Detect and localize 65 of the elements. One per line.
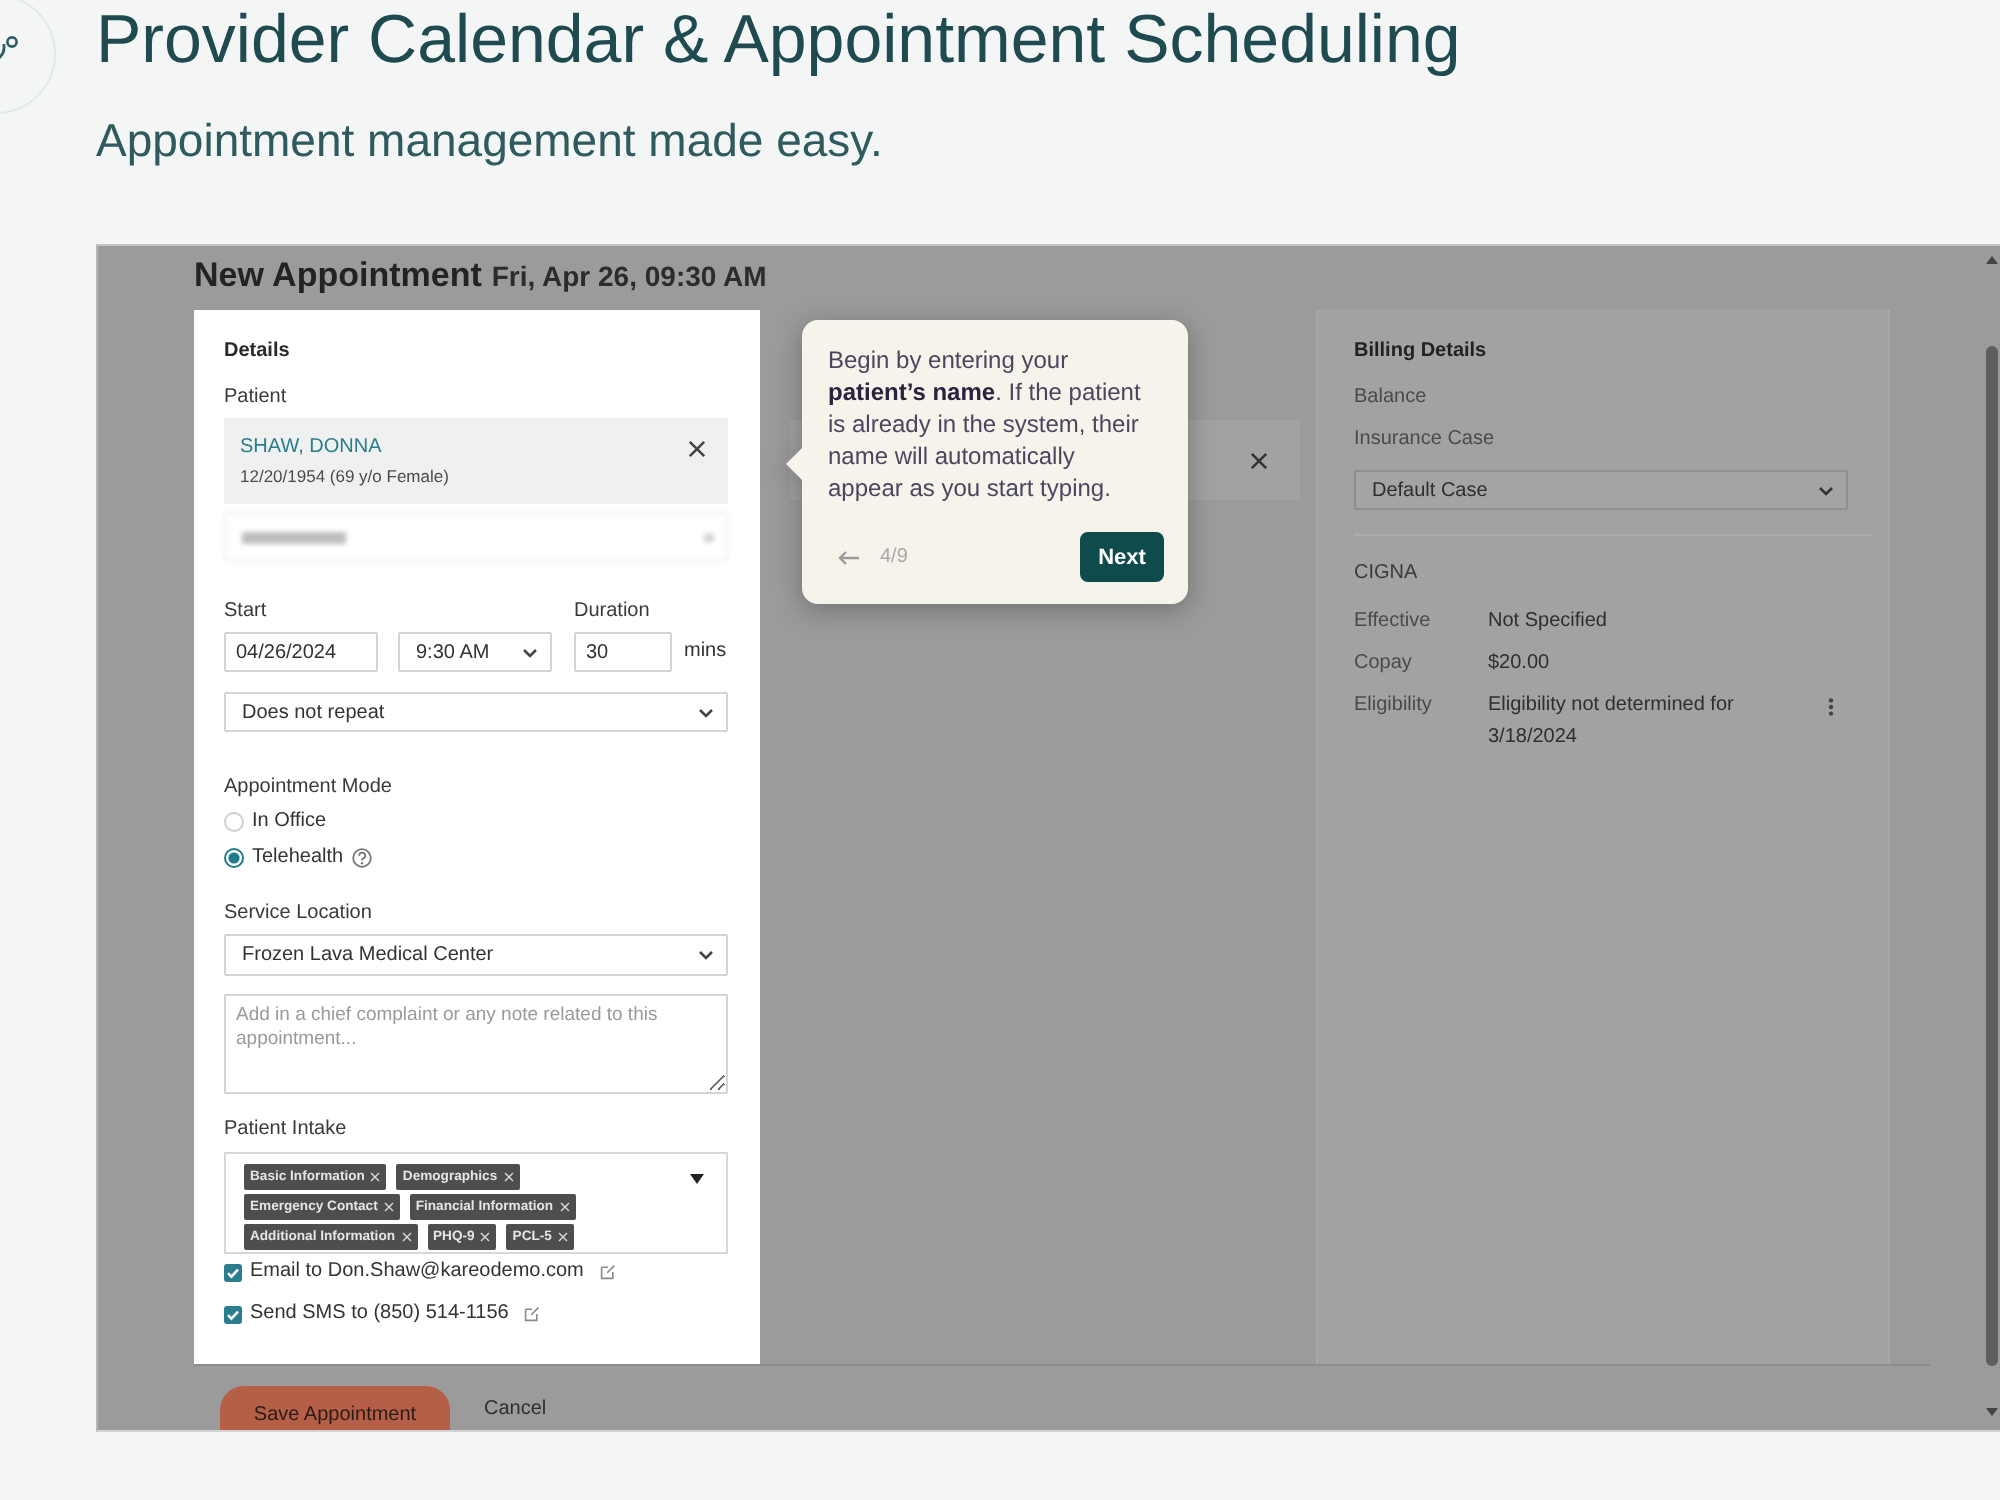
save-button[interactable]: Save Appointment — [220, 1386, 450, 1430]
chevron-down-icon — [698, 707, 714, 717]
remove-icon[interactable] — [503, 1172, 514, 1182]
option-label: Telehealth — [252, 844, 344, 872]
close-icon[interactable] — [1250, 451, 1268, 469]
option-label: In Office — [252, 808, 327, 836]
arrow-left-icon[interactable] — [838, 549, 860, 565]
checkbox-label: Send SMS to (850) 514-1156 — [250, 1300, 509, 1328]
date-field[interactable]: 04/26/2024 — [224, 632, 378, 672]
field-label: Patient Intake — [224, 1116, 347, 1144]
appointment-date: Fri, Apr 26, 09:30 AM — [491, 258, 767, 296]
page-title: Provider Calendar & Appointment Scheduling — [96, 0, 1461, 80]
scrollbar-thumb[interactable] — [1986, 346, 1998, 1366]
remove-icon[interactable] — [401, 1232, 411, 1242]
field-label: Copay — [1354, 652, 1412, 674]
chevron-down-icon — [1818, 485, 1834, 495]
field-label: Duration — [574, 598, 650, 626]
section-title: Billing Details — [1354, 338, 1487, 366]
patient-name[interactable]: SHAW, DONNA — [240, 434, 382, 462]
patient-details: 12/20/1954 (69 y/o Female) — [240, 464, 449, 490]
time-select[interactable]: 9:30 AM — [398, 632, 552, 672]
field-label: Start — [224, 598, 267, 626]
remove-icon[interactable] — [559, 1202, 570, 1212]
checkbox-label: Email to Don.Shaw@kareodemo.com — [250, 1258, 584, 1286]
location-select[interactable]: Frozen Lava Medical Center — [224, 934, 728, 976]
field-value: Eligibility not determined for 3/18/2024 — [1488, 692, 1736, 752]
insurance-case-select[interactable]: Default Case — [1354, 470, 1848, 510]
edit-icon[interactable] — [599, 1264, 616, 1280]
page-subtitle: Appointment management made easy. — [96, 112, 883, 168]
duration-field[interactable]: 30 — [574, 632, 672, 672]
section-title: Details — [224, 338, 290, 366]
cancel-button[interactable]: Cancel — [484, 1396, 547, 1424]
dialog-title: New Appointment — [194, 254, 482, 298]
radio-button[interactable] — [224, 848, 244, 868]
field-label: Patient — [224, 384, 287, 412]
more-options-icon[interactable] — [1828, 698, 1834, 716]
field-label: Appointment Mode — [224, 774, 392, 802]
repeat-select[interactable]: Does not repeat — [224, 692, 728, 732]
note-field[interactable]: Add in a chief complaint or any note related to this appointment... — [224, 994, 728, 1094]
field-label: Eligibility — [1354, 694, 1432, 716]
close-icon[interactable] — [688, 440, 706, 458]
insurer-name: CIGNA — [1354, 560, 1418, 588]
field-label: Service Location — [224, 900, 372, 928]
chevron-down-icon — [522, 647, 538, 657]
edit-icon[interactable] — [524, 1306, 541, 1322]
step-counter: 4/9 — [880, 546, 908, 568]
scroll-up-icon[interactable] — [1986, 256, 1998, 264]
next-button[interactable]: Next — [1080, 532, 1164, 582]
field-value: Not Specified — [1488, 608, 1609, 636]
checkbox[interactable] — [224, 1305, 242, 1323]
remove-icon[interactable] — [557, 1232, 568, 1242]
remove-icon[interactable] — [370, 1172, 381, 1182]
dropdown-arrow-icon[interactable] — [690, 1174, 704, 1184]
field-label: Balance — [1354, 384, 1427, 412]
tooltip-text: Begin by entering your patient’s name. If the patient is already in the system, their name will automatically appear as you start typing. — [828, 344, 1143, 504]
scroll-down-icon[interactable] — [1986, 1408, 1998, 1416]
field-label: Effective — [1354, 610, 1431, 632]
chevron-down-icon — [698, 950, 714, 960]
unit-label: mins — [684, 638, 727, 666]
help-icon[interactable] — [351, 848, 372, 868]
field-label: Insurance Case — [1354, 426, 1495, 454]
checkbox[interactable] — [224, 1263, 242, 1281]
remove-icon[interactable] — [480, 1232, 491, 1242]
field-value: $20.00 — [1488, 650, 1552, 678]
remove-icon[interactable] — [383, 1202, 394, 1212]
